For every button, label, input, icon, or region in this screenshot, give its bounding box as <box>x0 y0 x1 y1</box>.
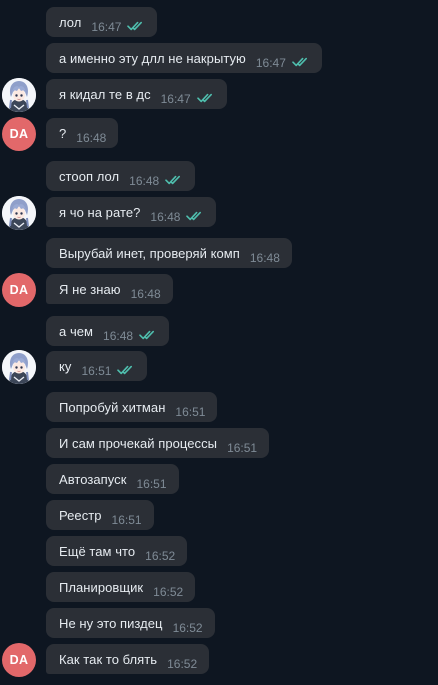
message-bubble[interactable]: стооп лол 16:48 <box>46 161 196 191</box>
message-bubble[interactable]: а чем 16:48 <box>46 316 170 346</box>
chat-messages-area[interactable]: лол 16:47 а именно эту длл не накрытую 1… <box>0 0 438 685</box>
message-bubble[interactable]: я кидал те в дс 16:47 <box>46 79 227 109</box>
avatar-da[interactable]: DA <box>2 643 36 677</box>
message-time: 16:51 <box>175 405 206 419</box>
message-text: Я не знаю <box>59 281 121 297</box>
message-text: лол <box>59 14 82 30</box>
message-bubble[interactable]: Попробуй хитман 16:51 <box>46 392 218 422</box>
message-bubble[interactable]: а именно эту длл не накрытую 16:47 <box>46 43 322 73</box>
message-time: 16:52 <box>172 621 203 635</box>
avatar-initials: DA <box>9 653 29 667</box>
message-bubble[interactable]: ку 16:51 <box>46 351 148 381</box>
message-text: ? <box>59 125 67 141</box>
anime-character-avatar-icon[interactable] <box>2 196 36 230</box>
double-check-icon <box>127 21 145 31</box>
message-bubble[interactable]: Я не знаю 16:48 <box>46 274 173 304</box>
message-time: 16:52 <box>145 549 176 563</box>
double-check-icon <box>139 330 157 340</box>
message-time: 16:52 <box>153 585 184 599</box>
message-time: 16:52 <box>167 657 198 671</box>
message-bubble[interactable]: я чо на рате? 16:48 <box>46 197 217 227</box>
double-check-icon <box>117 365 135 375</box>
message-text: а именно эту длл не накрытую <box>59 50 246 66</box>
message-bubble[interactable]: ? 16:48 <box>46 118 119 148</box>
message-time: 16:51 <box>136 477 167 491</box>
message-text: Вырубай инет, проверяй комп <box>59 245 240 261</box>
message-time: 16:47 <box>160 92 191 106</box>
avatar-initials: DA <box>9 283 29 297</box>
message-time: 16:48 <box>103 329 134 343</box>
message-text: И сам прочекай процессы <box>59 435 218 451</box>
message-text: Автозапуск <box>59 471 127 487</box>
message-bubble[interactable]: Ещё там что 16:52 <box>46 536 188 566</box>
message-time: 16:48 <box>130 287 161 301</box>
double-check-icon <box>292 57 310 67</box>
message-bubble[interactable]: Вырубай инет, проверяй комп 16:48 <box>46 238 292 268</box>
message-bubble[interactable]: Планировщик 16:52 <box>46 572 196 602</box>
message-text: ку <box>59 358 72 374</box>
message-time: 16:48 <box>249 251 280 265</box>
message-time: 16:51 <box>227 441 258 455</box>
message-text: Попробуй хитман <box>59 399 166 415</box>
avatar-da[interactable]: DA <box>2 117 36 151</box>
message-text: Не ну это пиздец <box>59 615 163 631</box>
message-bubble[interactable]: Автозапуск 16:51 <box>46 464 179 494</box>
message-time: 16:47 <box>91 20 122 34</box>
message-bubble[interactable]: Реестр 16:51 <box>46 500 154 530</box>
message-bubble[interactable]: Как так то блять 16:52 <box>46 644 210 674</box>
message-time: 16:48 <box>129 174 160 188</box>
message-text: Как так то блять <box>59 651 158 667</box>
message-text: Ещё там что <box>59 543 136 559</box>
avatar-initials: DA <box>9 127 29 141</box>
message-text: Планировщик <box>59 579 144 595</box>
message-time: 16:47 <box>255 56 286 70</box>
message-text: а чем <box>59 323 94 339</box>
message-time: 16:48 <box>150 210 181 224</box>
message-text: я чо на рате? <box>59 204 141 220</box>
double-check-icon <box>165 175 183 185</box>
message-text: стооп лол <box>59 168 120 184</box>
avatar-da[interactable]: DA <box>2 273 36 307</box>
message-time: 16:51 <box>81 364 112 378</box>
anime-character-avatar-icon[interactable] <box>2 350 36 384</box>
anime-character-avatar-icon[interactable] <box>2 78 36 112</box>
double-check-icon <box>186 211 204 221</box>
message-bubble[interactable]: лол 16:47 <box>46 7 158 37</box>
message-bubble[interactable]: Не ну это пиздец 16:52 <box>46 608 215 638</box>
message-text: я кидал те в дс <box>59 86 151 102</box>
double-check-icon <box>197 93 215 103</box>
message-time: 16:51 <box>111 513 142 527</box>
message-time: 16:48 <box>76 131 107 145</box>
message-text: Реестр <box>59 507 102 523</box>
message-bubble[interactable]: И сам прочекай процессы 16:51 <box>46 428 270 458</box>
